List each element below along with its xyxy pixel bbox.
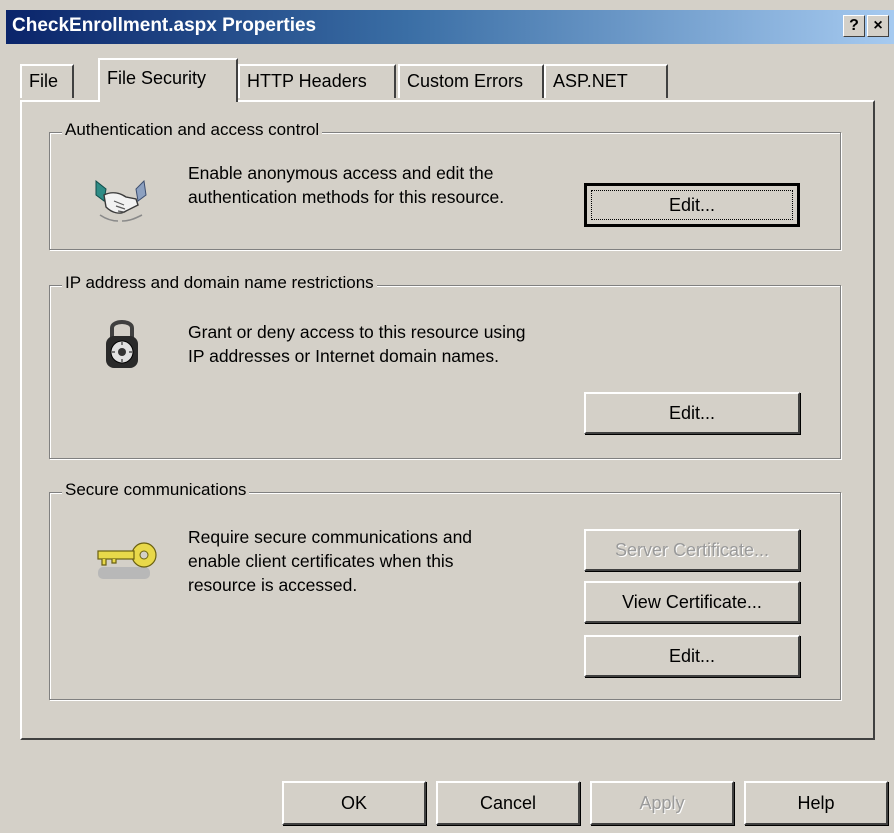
ip-description-line1: Grant or deny access to this resource us… (188, 322, 526, 342)
padlock-icon (102, 316, 142, 372)
ok-button[interactable]: OK (282, 781, 426, 825)
secure-group: Secure communications Require secure com… (49, 480, 841, 700)
secure-description-line3: resource is accessed. (188, 575, 358, 595)
apply-button[interactable]: Apply (590, 781, 734, 825)
tab-http-headers[interactable]: HTTP Headers (238, 64, 396, 98)
view-certificate-button[interactable]: View Certificate... (584, 581, 800, 623)
auth-description-line1: Enable anonymous access and edit the (188, 163, 494, 183)
window-title: CheckEnrollment.aspx Properties (12, 15, 317, 36)
tab-file[interactable]: File (20, 64, 74, 98)
auth-group: Authentication and access control Enable… (49, 120, 841, 250)
tab-aspnet[interactable]: ASP.NET (544, 64, 668, 98)
ip-description-line2: IP addresses or Internet domain names. (188, 346, 499, 366)
file-security-panel: Authentication and access control Enable… (20, 100, 875, 740)
secure-edit-button[interactable]: Edit... (584, 635, 800, 677)
secure-description-line2: enable client certificates when this (188, 551, 454, 571)
ip-edit-button[interactable]: Edit... (584, 392, 800, 434)
server-certificate-button[interactable]: Server Certificate... (584, 529, 800, 571)
close-button[interactable]: × (867, 15, 889, 37)
key-icon (94, 537, 160, 585)
ip-group: IP address and domain name restrictions … (49, 273, 841, 459)
auth-edit-button[interactable]: Edit... (584, 183, 800, 227)
help-button[interactable]: Help (744, 781, 888, 825)
tab-custom-errors[interactable]: Custom Errors (398, 64, 544, 98)
secure-description-line1: Require secure communications and (188, 527, 473, 547)
cancel-button[interactable]: Cancel (436, 781, 580, 825)
auth-description-line2: authentication methods for this resource… (188, 187, 505, 207)
ip-legend: IP address and domain name restrictions (62, 273, 377, 293)
help-title-button[interactable]: ? (843, 15, 865, 37)
auth-legend: Authentication and access control (62, 120, 323, 140)
tab-file-security[interactable]: File Security (98, 58, 238, 102)
handshake-icon (92, 171, 150, 229)
title-bar[interactable]: CheckEnrollment.aspx Properties ? × (6, 10, 894, 44)
secure-legend: Secure communications (62, 480, 250, 500)
properties-dialog: CheckEnrollment.aspx Properties ? × File… (0, 0, 894, 833)
